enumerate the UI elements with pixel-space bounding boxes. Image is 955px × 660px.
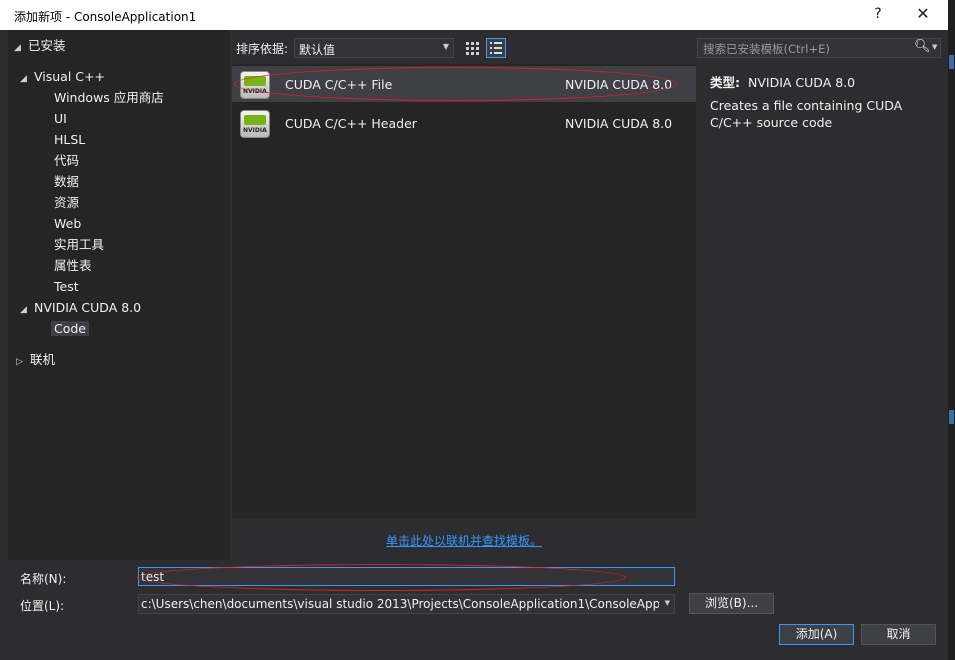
nvidia-icon: NVIDIA [240, 110, 270, 138]
tree-node-label: 联机 [30, 352, 56, 367]
edge-fragment [949, 55, 954, 69]
tree-node-utility[interactable]: 实用工具 [54, 235, 104, 254]
help-button[interactable]: ? [868, 6, 888, 22]
tree-node-windows-store[interactable]: Windows 应用商店 [54, 88, 164, 107]
type-value: NVIDIA CUDA 8.0 [748, 75, 856, 90]
tree-node-nvidia-cuda[interactable]: ◢ NVIDIA CUDA 8.0 [20, 298, 141, 317]
chevron-down-icon[interactable]: ▼ [932, 43, 937, 51]
cancel-button[interactable]: 取消 [861, 624, 936, 645]
template-list: NVIDIA CUDA C/C++ File NVIDIA CUDA 8.0 N… [232, 64, 696, 518]
tree-node-web[interactable]: Web [54, 214, 81, 233]
template-type: NVIDIA CUDA 8.0 [565, 77, 673, 92]
tree-node-ui[interactable]: UI [54, 109, 67, 128]
expanded-arrow-icon: ◢ [20, 74, 27, 84]
tree-node-data[interactable]: 数据 [54, 172, 79, 191]
name-label: 名称(N): [20, 572, 67, 586]
search-input[interactable] [701, 40, 910, 58]
location-dropdown[interactable]: c:\Users\chen\documents\visual studio 20… [138, 594, 675, 614]
tree-node-code-cn[interactable]: 代码 [54, 151, 79, 170]
grid-view-icon [466, 42, 479, 55]
add-button[interactable]: 添加(A) [779, 624, 854, 645]
nvidia-icon: NVIDIA [240, 71, 270, 99]
category-tree [8, 30, 230, 560]
template-description: Creates a file containing CUDA C/C++ sou… [710, 98, 903, 130]
tree-node-test[interactable]: Test [54, 277, 79, 296]
browse-button[interactable]: 浏览(B)... [689, 593, 774, 614]
tree-node-resources[interactable]: 资源 [54, 193, 79, 212]
list-view-button[interactable] [486, 38, 506, 58]
search-icon[interactable]: 🔍︎ [914, 39, 931, 54]
tree-node-property-sheets[interactable]: 属性表 [54, 256, 92, 275]
tree-node-label: Visual C++ [34, 69, 105, 84]
tree-node-label: 已安装 [28, 38, 66, 53]
type-label: 类型: [710, 75, 740, 90]
tree-node-installed[interactable]: ◢ 已安装 [14, 36, 66, 55]
expanded-arrow-icon: ◢ [14, 43, 21, 53]
chevron-down-icon: ▼ [442, 42, 449, 51]
collapsed-arrow-icon: ▷ [16, 357, 23, 367]
tree-node-code[interactable]: Code [51, 319, 90, 338]
template-type: NVIDIA CUDA 8.0 [565, 116, 673, 131]
tree-node-label: Code [51, 321, 90, 336]
location-label: 位置(L): [20, 599, 65, 613]
online-templates-link[interactable]: 单击此处以联机并查找模板。 [386, 532, 542, 549]
template-item-cuda-header[interactable]: NVIDIA CUDA C/C++ Header NVIDIA CUDA 8.0 [232, 105, 696, 141]
expanded-arrow-icon: ◢ [20, 305, 27, 315]
search-box[interactable]: 🔍︎ ▼ [697, 38, 941, 58]
location-value: c:\Users\chen\documents\visual studio 20… [141, 597, 659, 611]
window-title: 添加新项 - ConsoleApplication1 [14, 10, 197, 24]
grid-view-button[interactable] [462, 38, 482, 58]
title-bar: 添加新项 - ConsoleApplication1 ? ✕ [0, 0, 948, 30]
sort-label: 排序依据: [236, 42, 289, 56]
tree-node-online[interactable]: ▷ 联机 [16, 350, 55, 369]
chevron-down-icon: ▼ [664, 599, 670, 607]
edge-fragment [949, 410, 954, 424]
template-item-cuda-file[interactable]: NVIDIA CUDA C/C++ File NVIDIA CUDA 8.0 [232, 66, 696, 102]
close-button[interactable]: ✕ [912, 4, 934, 23]
template-type-info: 类型: NVIDIA CUDA 8.0 [710, 72, 855, 91]
list-view-icon [490, 42, 502, 54]
name-field[interactable] [138, 567, 675, 586]
background-window-edge [948, 0, 955, 660]
sort-dropdown[interactable]: 默认值 ▼ [294, 38, 454, 58]
tree-node-visual-cpp[interactable]: ◢ Visual C++ [20, 67, 105, 86]
sort-value: 默认值 [299, 43, 336, 57]
tree-node-hlsl[interactable]: HLSL [54, 130, 85, 149]
template-name: CUDA C/C++ File [285, 77, 393, 92]
template-name: CUDA C/C++ Header [285, 116, 417, 131]
tree-node-label: NVIDIA CUDA 8.0 [34, 300, 142, 315]
